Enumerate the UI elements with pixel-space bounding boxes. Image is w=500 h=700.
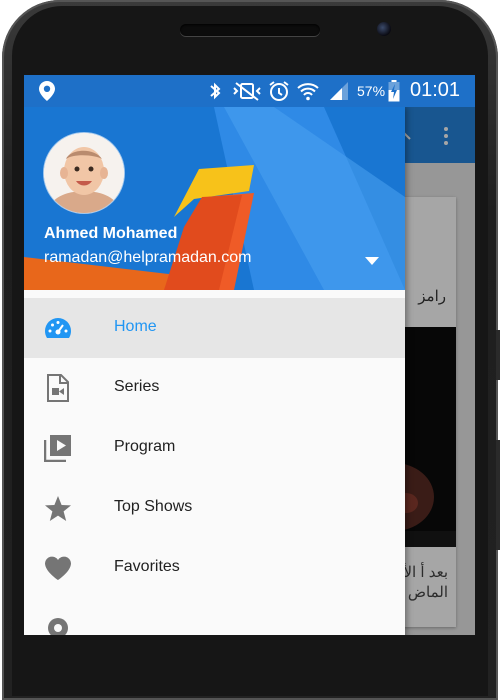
drawer-item-more[interactable] xyxy=(24,598,405,635)
drawer-item-label: Top Shows xyxy=(114,498,193,515)
volume-button xyxy=(496,330,500,380)
drawer-item-top-shows[interactable]: Top Shows xyxy=(24,478,405,538)
phone-screen: 57% 01:01 رامز بعد أ الأسد الماض Ahmed M… xyxy=(24,75,475,635)
drawer-menu: Home Series Program Top Shows Favorites xyxy=(24,298,405,635)
drawer-item-label: Home xyxy=(114,318,157,335)
user-name: Ahmed Mohamed xyxy=(44,225,178,242)
wifi-icon xyxy=(297,81,319,101)
status-bar: 57% 01:01 xyxy=(24,75,475,107)
signal-icon xyxy=(328,81,350,101)
battery-percent: 57% xyxy=(357,83,386,99)
alarm-icon xyxy=(268,81,290,101)
settings-icon xyxy=(44,614,72,635)
drawer-item-label: Favorites xyxy=(114,558,180,575)
drawer-item-program[interactable]: Program xyxy=(24,418,405,478)
drawer-item-series[interactable]: Series xyxy=(24,358,405,418)
drawer-item-label: Series xyxy=(114,378,160,395)
video-file-icon xyxy=(44,374,72,402)
battery-charging-icon xyxy=(388,80,400,102)
navigation-drawer: Ahmed Mohamed ramadan@helpramadan.com Ho… xyxy=(24,107,405,635)
avatar[interactable] xyxy=(44,133,124,213)
drawer-item-favorites[interactable]: Favorites xyxy=(24,538,405,598)
earpiece-speaker xyxy=(180,24,320,36)
account-dropdown-icon[interactable] xyxy=(360,253,384,269)
star-icon xyxy=(44,494,72,522)
power-button xyxy=(496,440,500,550)
clock: 01:01 xyxy=(410,79,461,101)
user-email: ramadan@helpramadan.com xyxy=(44,249,252,266)
video-library-icon xyxy=(44,434,72,462)
dashboard-icon xyxy=(44,314,72,342)
drawer-header: Ahmed Mohamed ramadan@helpramadan.com xyxy=(24,107,405,290)
heart-icon xyxy=(44,554,72,582)
front-camera xyxy=(377,22,391,36)
location-icon xyxy=(38,81,56,101)
vibrate-icon xyxy=(232,81,262,101)
drawer-item-label: Program xyxy=(114,438,176,455)
drawer-item-home[interactable]: Home xyxy=(24,298,405,358)
bluetooth-icon xyxy=(207,81,223,101)
